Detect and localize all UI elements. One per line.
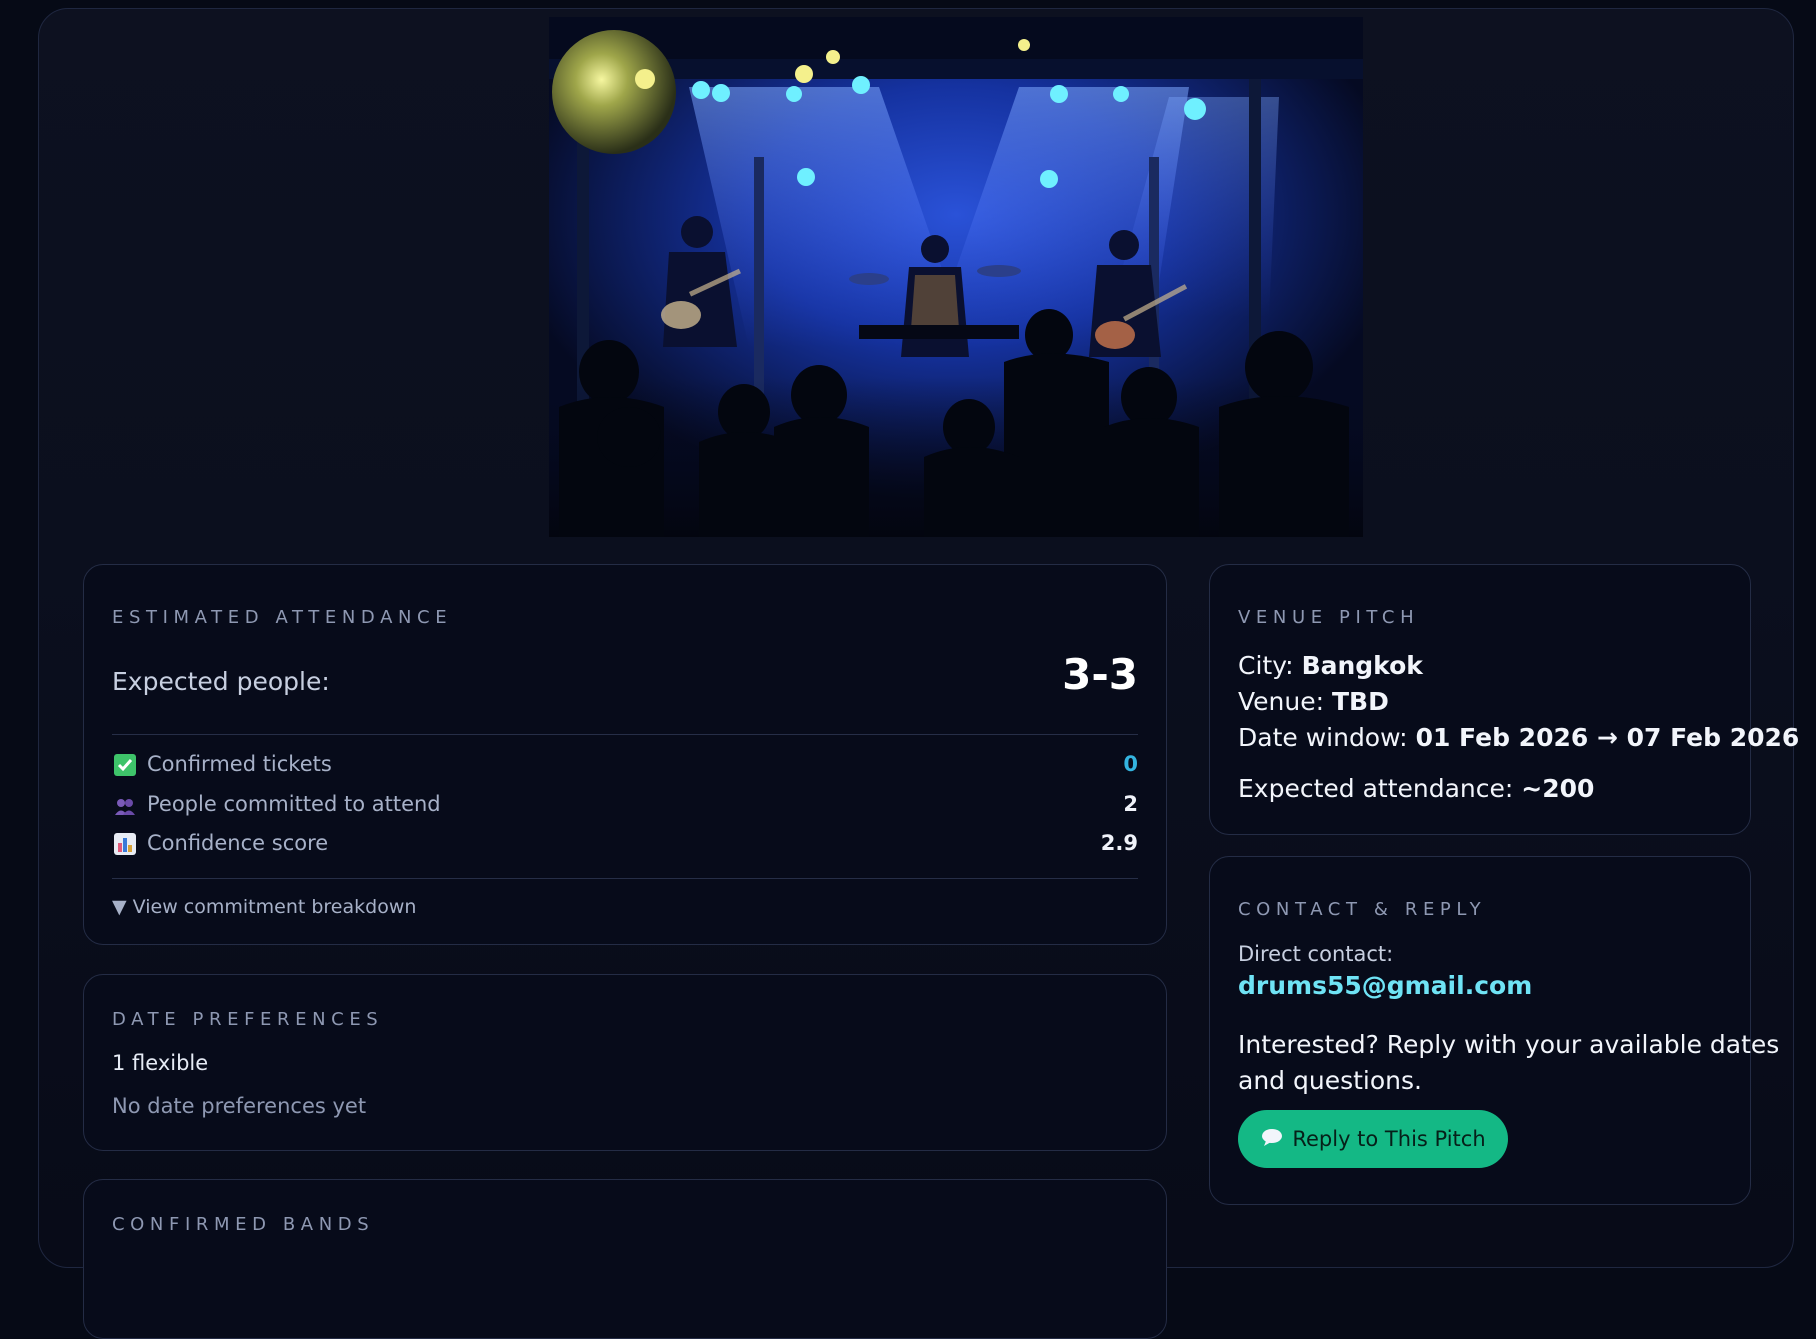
divider bbox=[112, 734, 1138, 735]
confirmed-tickets-label: Confirmed tickets bbox=[147, 752, 332, 776]
contact-reply-heading: CONTACT & REPLY bbox=[1238, 899, 1487, 920]
contact-email-link[interactable]: drums55@gmail.com bbox=[1238, 971, 1532, 1000]
commitment-breakdown-toggle[interactable]: ▼ View commitment breakdown bbox=[112, 896, 416, 918]
expected-attendance-label: Expected attendance: bbox=[1238, 774, 1514, 803]
reply-prompt-line-2: and questions. bbox=[1238, 1066, 1422, 1095]
expected-people-value: 3-3 bbox=[1062, 650, 1138, 699]
date-preferences-empty: No date preferences yet bbox=[112, 1094, 367, 1118]
date-window-label: Date window: bbox=[1238, 723, 1408, 752]
direct-contact-label: Direct contact: bbox=[1238, 942, 1394, 966]
date-window-line: Date window: 01 Feb 2026 → 07 Feb 2026 bbox=[1238, 723, 1799, 752]
reply-to-pitch-button[interactable]: Reply to This Pitch bbox=[1238, 1110, 1508, 1168]
venue-label: Venue: bbox=[1238, 687, 1325, 716]
attendance-card: ESTIMATED ATTENDANCE Expected people: 3-… bbox=[83, 564, 1167, 945]
people-icon bbox=[114, 795, 136, 817]
expected-attendance-value: ~200 bbox=[1521, 774, 1595, 803]
check-box-icon bbox=[114, 754, 136, 776]
confirmed-tickets-value: 0 bbox=[1123, 752, 1138, 776]
reply-prompt: Interested? Reply with your available da… bbox=[1238, 1027, 1779, 1099]
disclosure-triangle-icon: ▼ bbox=[112, 896, 127, 918]
city-label: City: bbox=[1238, 651, 1294, 680]
commitment-breakdown-label: View commitment breakdown bbox=[132, 896, 417, 918]
confidence-score-value: 2.9 bbox=[1100, 831, 1138, 855]
date-preferences-card: DATE PREFERENCES 1 flexible No date pref… bbox=[83, 974, 1167, 1151]
city-line: City: Bangkok bbox=[1238, 651, 1423, 680]
reply-prompt-line-1: Interested? Reply with your available da… bbox=[1238, 1030, 1780, 1059]
confidence-score-label: Confidence score bbox=[147, 831, 329, 855]
venue-pitch-card: VENUE PITCH City: Bangkok Venue: TBD Dat… bbox=[1209, 564, 1799, 835]
bar-chart-icon bbox=[114, 833, 136, 855]
expected-people-label: Expected people: bbox=[112, 667, 330, 696]
confirmed-bands-heading: CONFIRMED BANDS bbox=[112, 1214, 375, 1235]
event-panel: ESTIMATED ATTENDANCE Expected people: 3-… bbox=[38, 8, 1799, 1339]
date-preferences-heading: DATE PREFERENCES bbox=[112, 1009, 384, 1030]
attendance-heading: ESTIMATED ATTENDANCE bbox=[112, 607, 453, 628]
venue-pitch-heading: VENUE PITCH bbox=[1238, 607, 1420, 628]
reply-button-label: Reply to This Pitch bbox=[1292, 1127, 1486, 1151]
contact-reply-card: CONTACT & REPLY Direct contact: drums55@… bbox=[1209, 856, 1779, 1205]
venue-value: TBD bbox=[1332, 687, 1389, 716]
people-committed-value: 2 bbox=[1123, 792, 1138, 816]
date-preferences-summary: 1 flexible bbox=[112, 1051, 209, 1075]
city-value: Bangkok bbox=[1301, 651, 1423, 680]
divider bbox=[112, 878, 1138, 879]
concert-photo bbox=[549, 17, 1363, 537]
people-committed-label: People committed to attend bbox=[147, 792, 441, 816]
speech-bubble-icon bbox=[1260, 1127, 1284, 1152]
venue-line: Venue: TBD bbox=[1238, 687, 1389, 716]
confirmed-bands-card: CONFIRMED BANDS bbox=[83, 1179, 1167, 1339]
date-window-value: 01 Feb 2026 → 07 Feb 2026 bbox=[1415, 723, 1800, 752]
expected-attendance-line: Expected attendance: ~200 bbox=[1238, 774, 1594, 803]
